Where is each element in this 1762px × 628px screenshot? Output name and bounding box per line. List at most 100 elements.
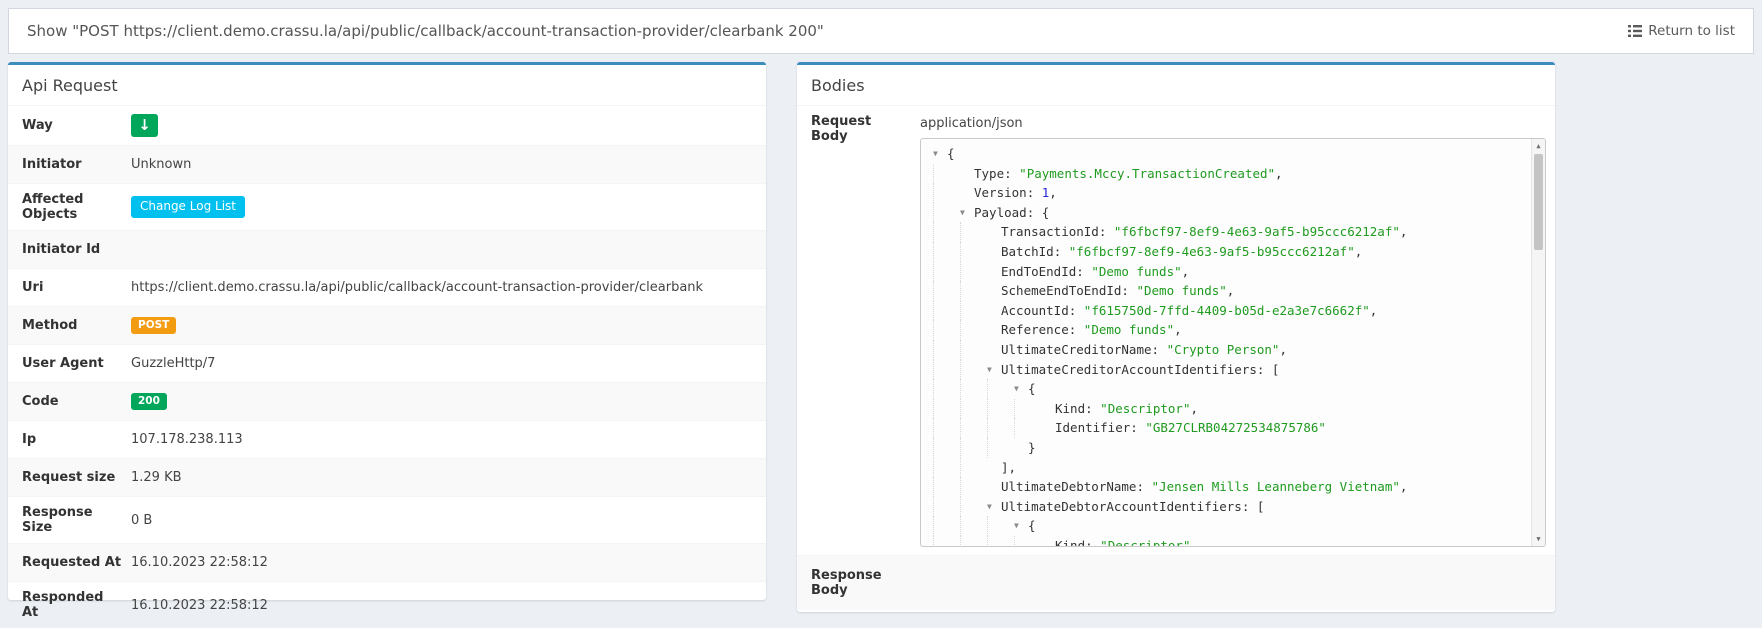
json-line: ▼{ xyxy=(933,379,1531,399)
row-value xyxy=(131,242,141,258)
json-punct: : [ xyxy=(1242,497,1265,517)
row-value: Unknown xyxy=(131,149,201,180)
json-line: UltimateCreditorName: "Crypto Person", xyxy=(933,340,1531,360)
row-value-text: 16.10.2023 22:58:12 xyxy=(131,598,268,613)
collapse-toggle-icon[interactable]: ▼ xyxy=(933,144,947,164)
table-row: Ip107.178.238.113 xyxy=(8,420,766,458)
json-line: Kind: "Descriptor", xyxy=(933,399,1531,419)
json-string: "Descriptor" xyxy=(1100,399,1190,419)
row-value-text: 0 B xyxy=(131,513,152,528)
json-scrollbar[interactable]: ▲ ▼ xyxy=(1531,139,1545,546)
row-label: Uri xyxy=(8,272,131,303)
indent-guide xyxy=(960,360,987,380)
toggle-spacer xyxy=(1041,399,1055,419)
collapse-toggle-icon[interactable]: ▼ xyxy=(1014,516,1028,536)
row-label: Code xyxy=(8,386,131,417)
json-key: Type xyxy=(974,164,1004,184)
api-request-panel-title: Api Request xyxy=(8,65,766,105)
json-key: BatchId xyxy=(1001,242,1054,262)
json-line: AccountId: "f615750d-7ffd-4409-b05d-e2a3… xyxy=(933,301,1531,321)
scroll-up-icon[interactable]: ▲ xyxy=(1532,139,1545,153)
indent-guide xyxy=(933,320,960,340)
row-value: ↓ xyxy=(131,106,168,145)
indent-guide xyxy=(933,536,960,547)
scroll-down-icon[interactable]: ▼ xyxy=(1532,532,1545,546)
row-value: 1.29 KB xyxy=(131,462,192,493)
json-line: ▼{ xyxy=(933,516,1531,536)
json-punct: : xyxy=(1085,399,1100,419)
row-label: Initiator xyxy=(8,149,131,180)
json-punct: : xyxy=(1004,164,1019,184)
row-value-text: 1.29 KB xyxy=(131,470,182,485)
json-punct: , xyxy=(1182,262,1190,282)
indent-guide xyxy=(1014,399,1041,419)
json-punct: : xyxy=(1027,183,1042,203)
json-line: ▼UltimateCreditorAccountIdentifiers: [ xyxy=(933,360,1531,380)
indent-guide xyxy=(933,497,960,517)
list-icon xyxy=(1628,25,1642,37)
bodies-panel: Bodies Request Body application/json ▼{T… xyxy=(797,62,1555,612)
row-label: Method xyxy=(8,310,131,341)
json-line: TransactionId: "f6fbcf97-8ef9-4e63-9af5-… xyxy=(933,222,1531,242)
json-punct: : xyxy=(1069,320,1084,340)
json-punct: : { xyxy=(1027,203,1050,223)
return-to-list-button[interactable]: Return to list xyxy=(1628,23,1735,39)
json-viewer[interactable]: ▼{Type: "Payments.Mccy.TransactionCreate… xyxy=(920,138,1546,547)
toggle-spacer xyxy=(1041,536,1055,547)
json-punct: : xyxy=(1069,301,1084,321)
json-line: SchemeEndToEndId: "Demo funds", xyxy=(933,281,1531,301)
toggle-spacer xyxy=(987,222,1001,242)
row-value: 0 B xyxy=(131,505,162,536)
collapse-toggle-icon[interactable]: ▼ xyxy=(1014,379,1028,399)
table-row: Urihttps://client.demo.crassu.la/api/pub… xyxy=(8,268,766,306)
json-punct: , xyxy=(1370,301,1378,321)
json-line: Type: "Payments.Mccy.TransactionCreated"… xyxy=(933,164,1531,184)
json-punct: , xyxy=(1174,320,1182,340)
toggle-spacer xyxy=(1041,418,1055,438)
json-string: "GB27CLRB04272534875786" xyxy=(1145,418,1326,438)
indent-guide xyxy=(960,418,987,438)
row-label: Initiator Id xyxy=(8,234,131,265)
json-string: "Descriptor" xyxy=(1100,536,1190,547)
collapse-toggle-icon[interactable]: ▼ xyxy=(987,497,1001,517)
indent-guide xyxy=(960,320,987,340)
json-key: Payload xyxy=(974,203,1027,223)
json-punct: : xyxy=(1054,242,1069,262)
json-line: ], xyxy=(933,458,1531,478)
api-request-panel: Api Request Way↓InitiatorUnknownAffected… xyxy=(8,62,766,600)
indent-guide xyxy=(933,340,960,360)
json-key: UltimateDebtorName xyxy=(1001,477,1136,497)
response-body-row: Response Body xyxy=(797,555,1555,610)
json-punct: , xyxy=(1275,164,1283,184)
json-punct: { xyxy=(1028,379,1036,399)
indent-guide xyxy=(987,438,1014,458)
request-body-label: Request Body xyxy=(797,106,920,555)
row-label: Requested At xyxy=(8,547,131,578)
scrollbar-track[interactable] xyxy=(1532,250,1545,532)
table-row: Requested At16.10.2023 22:58:12 xyxy=(8,543,766,581)
indent-guide xyxy=(933,477,960,497)
json-punct: : [ xyxy=(1257,360,1280,380)
json-line: BatchId: "f6fbcf97-8ef9-4e63-9af5-b95ccc… xyxy=(933,242,1531,262)
json-punct: : xyxy=(1099,222,1114,242)
change-log-list-button[interactable]: Change Log List xyxy=(131,196,245,217)
json-punct: : xyxy=(1121,281,1136,301)
indent-guide xyxy=(960,379,987,399)
json-punct: , xyxy=(1400,222,1408,242)
way-direction-badge: ↓ xyxy=(131,114,158,137)
toggle-spacer xyxy=(987,301,1001,321)
collapse-toggle-icon[interactable]: ▼ xyxy=(960,203,974,223)
json-punct: , xyxy=(1190,536,1198,547)
json-key: Identifier xyxy=(1055,418,1130,438)
row-label: User Agent xyxy=(8,348,131,379)
collapse-toggle-icon[interactable]: ▼ xyxy=(987,360,1001,380)
indent-guide xyxy=(960,262,987,282)
scrollbar-thumb[interactable] xyxy=(1534,154,1543,250)
json-punct: , xyxy=(1190,399,1198,419)
indent-guide xyxy=(987,418,1014,438)
row-label: Responded At xyxy=(8,582,131,628)
table-row: Response Size0 B xyxy=(8,496,766,543)
indent-guide xyxy=(960,301,987,321)
row-value: 16.10.2023 22:58:12 xyxy=(131,590,278,621)
json-number: 1 xyxy=(1042,183,1050,203)
